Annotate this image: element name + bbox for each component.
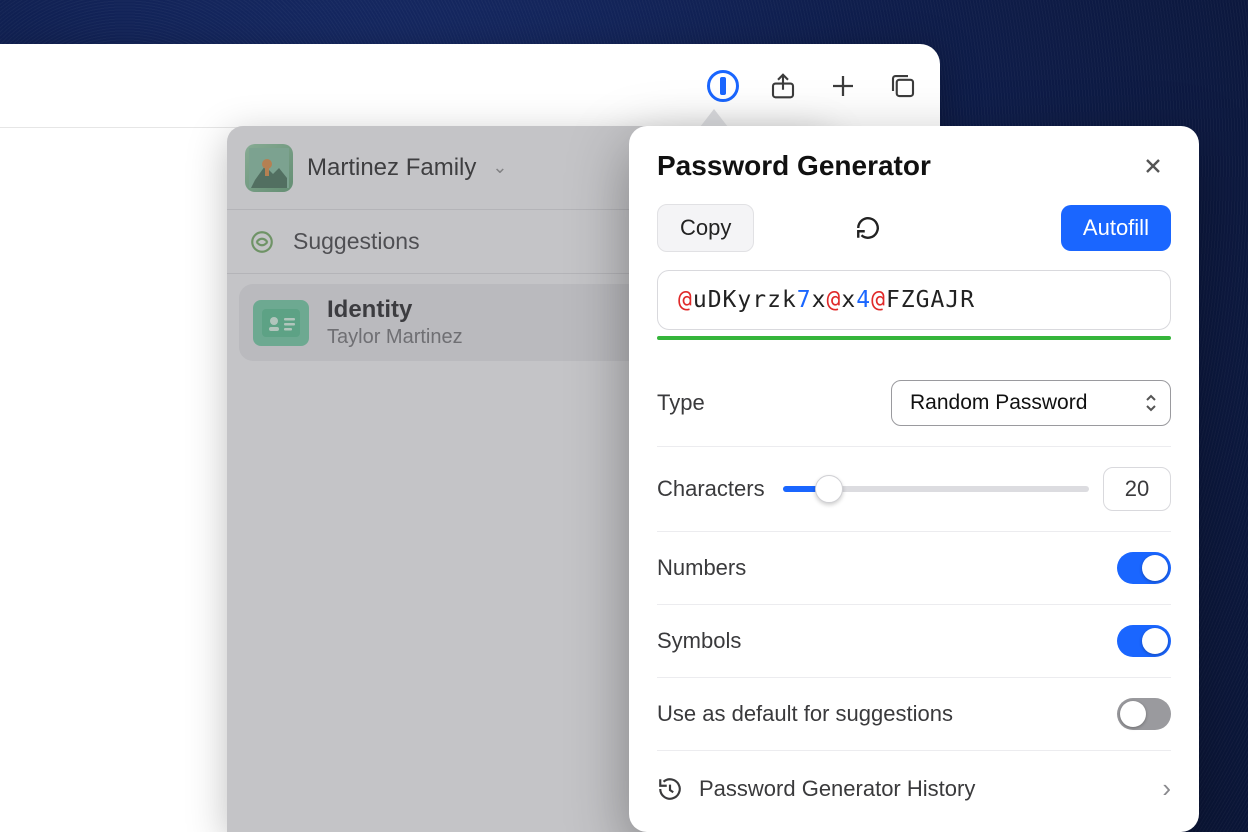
autofill-button[interactable]: Autofill (1061, 205, 1171, 251)
type-select[interactable]: Random Password (891, 380, 1171, 426)
password-generator-panel: Password Generator Copy Autofill @uDKyrz… (629, 126, 1199, 832)
history-button[interactable]: Password Generator History › (657, 751, 1171, 814)
numbers-label: Numbers (657, 555, 746, 581)
vault-avatar-icon[interactable] (245, 144, 293, 192)
vault-name[interactable]: Martinez Family (307, 154, 476, 182)
symbols-toggle[interactable] (1117, 625, 1171, 657)
slider-thumb[interactable] (815, 475, 843, 503)
suggestions-icon (249, 229, 275, 255)
numbers-toggle[interactable] (1117, 552, 1171, 584)
default-toggle[interactable] (1117, 698, 1171, 730)
generated-password-field[interactable]: @uDKyrzk7x@x4@FZGAJR (657, 270, 1171, 330)
suggestions-label: Suggestions (293, 228, 420, 255)
length-value[interactable]: 20 (1103, 467, 1171, 511)
share-icon[interactable] (766, 69, 800, 103)
default-row: Use as default for suggestions (657, 678, 1171, 751)
identity-card-icon (253, 300, 309, 346)
password-strength-bar (657, 336, 1171, 340)
vault-chevron-icon[interactable]: ⌄ (492, 157, 507, 178)
item-subtitle: Taylor Martinez (327, 326, 463, 349)
characters-row: Characters 20 (657, 447, 1171, 532)
symbols-label: Symbols (657, 628, 741, 654)
symbols-row: Symbols (657, 605, 1171, 678)
refresh-icon (855, 215, 881, 241)
chevron-right-icon: › (1162, 773, 1171, 804)
history-label: Password Generator History (699, 776, 975, 802)
type-label: Type (657, 390, 705, 416)
popover-pointer (700, 109, 728, 127)
panel-title: Password Generator (657, 150, 931, 182)
browser-toolbar (0, 44, 940, 128)
type-value: Random Password (910, 391, 1087, 414)
length-slider[interactable] (783, 486, 1089, 492)
close-icon (1143, 156, 1163, 176)
default-label: Use as default for suggestions (657, 701, 953, 727)
item-title: Identity (327, 296, 463, 324)
type-row: Type Random Password (657, 360, 1171, 447)
characters-label: Characters (657, 476, 765, 502)
select-chevron-icon (1144, 393, 1158, 413)
regenerate-button[interactable] (849, 209, 887, 247)
onepassword-extension-icon[interactable] (706, 69, 740, 103)
close-button[interactable] (1135, 152, 1171, 180)
tab-overview-icon[interactable] (886, 69, 920, 103)
numbers-row: Numbers (657, 532, 1171, 605)
plus-icon[interactable] (826, 69, 860, 103)
history-icon (657, 776, 683, 802)
copy-button[interactable]: Copy (657, 204, 754, 252)
